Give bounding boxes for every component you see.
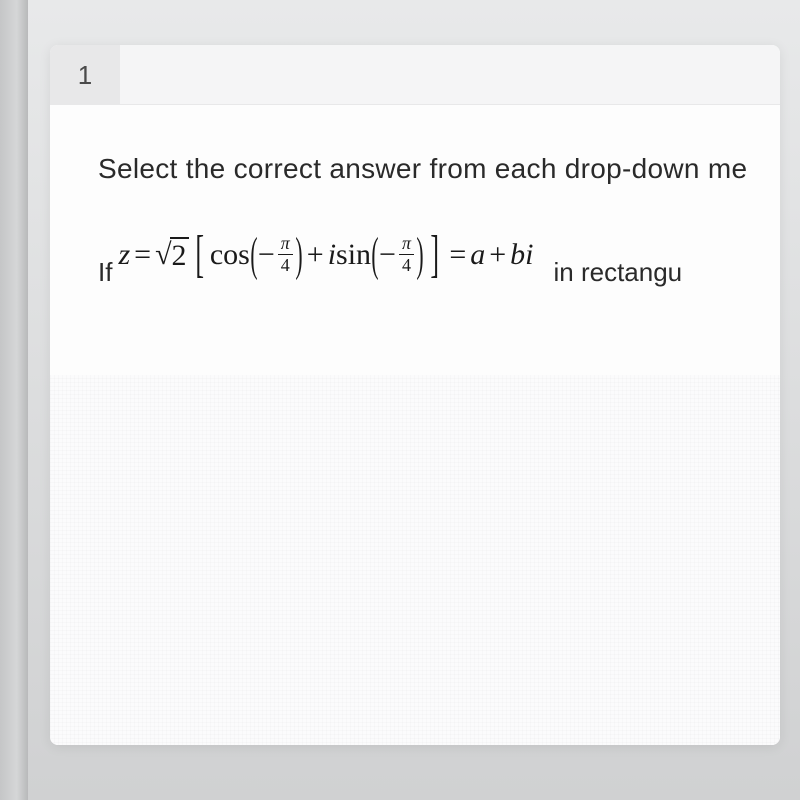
question-number: 1 <box>78 60 92 91</box>
i-2: i <box>525 238 533 272</box>
equals-2: = <box>449 238 466 272</box>
card-body-blank <box>50 375 780 745</box>
trailing-text: in rectangu <box>554 257 683 288</box>
pi-2: π <box>399 233 414 255</box>
question-tab-bar: 1 <box>50 45 780 105</box>
frac-pi4-1: π 4 <box>278 233 293 276</box>
var-z: z <box>118 238 130 272</box>
equation: z = √ 2 [ cos ( − π 4 ) + i sin ( <box>118 225 533 284</box>
plus-2: + <box>489 238 506 272</box>
question-card: 1 Select the correct answer from each dr… <box>50 45 780 745</box>
rparen-1: ) <box>295 227 302 282</box>
screen-bezel <box>0 0 28 800</box>
cos-label: cos <box>210 238 250 272</box>
equation-row: If z = √ 2 [ cos ( − π 4 ) + i sin <box>50 185 780 288</box>
pi-1: π <box>278 233 293 255</box>
neg-1: − <box>258 238 275 272</box>
lparen-2: ( <box>371 227 378 282</box>
rparen-2: ) <box>416 227 423 282</box>
instruction-text: Select the correct answer from each drop… <box>50 105 780 185</box>
if-label: If <box>98 257 112 288</box>
four-2: 4 <box>399 255 414 276</box>
left-bracket: [ <box>195 225 204 284</box>
sqrt-arg: 2 <box>170 237 189 273</box>
i-1: i <box>328 238 336 272</box>
var-b: b <box>510 238 525 272</box>
plus-1: + <box>307 238 324 272</box>
question-number-tab[interactable]: 1 <box>50 45 120 105</box>
lparen-1: ( <box>250 227 257 282</box>
sin-label: sin <box>336 238 371 272</box>
frac-pi4-2: π 4 <box>399 233 414 276</box>
neg-2: − <box>379 238 396 272</box>
sqrt-term: √ 2 <box>155 237 188 273</box>
right-bracket: ] <box>430 225 439 284</box>
photo-background: 1 Select the correct answer from each dr… <box>0 0 800 800</box>
four-1: 4 <box>278 255 293 276</box>
equals-sign: = <box>134 238 151 272</box>
var-a: a <box>470 238 485 272</box>
